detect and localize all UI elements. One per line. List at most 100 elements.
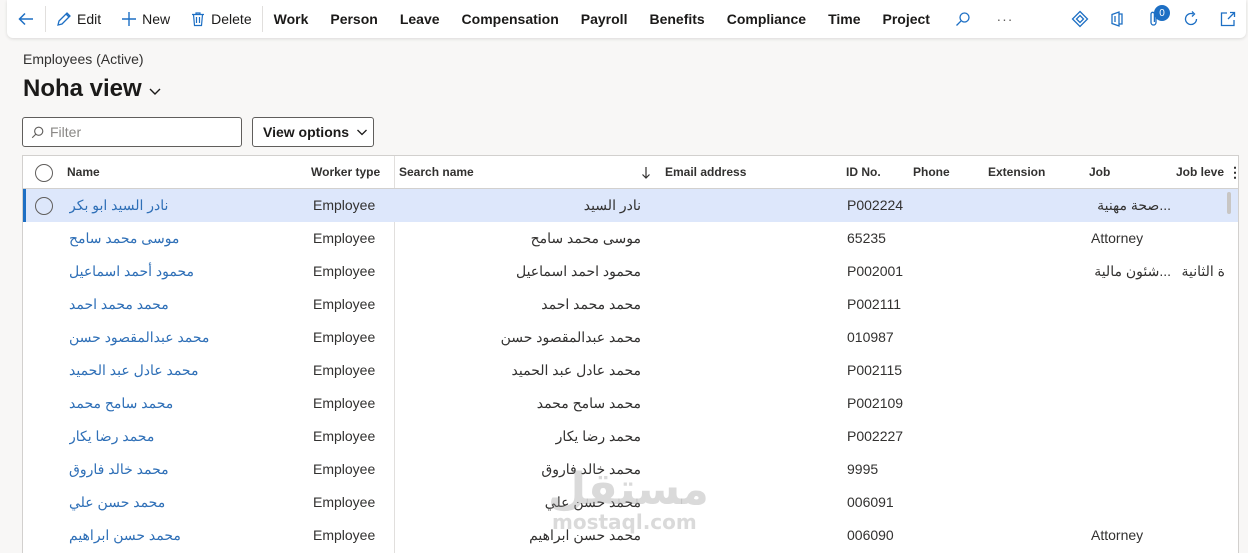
worker-type-cell: Employee (313, 263, 376, 279)
edit-button[interactable]: Edit (46, 0, 111, 38)
id-cell: P002115 (847, 362, 903, 378)
search-name-cell: محمد سامح محمد (536, 395, 641, 411)
vertical-scrollbar[interactable] (1227, 192, 1231, 214)
job-level-cell (1177, 354, 1225, 387)
select-all-radio[interactable] (35, 164, 53, 182)
column-header-id[interactable]: ID No. (846, 156, 881, 189)
plus-icon (122, 12, 137, 26)
table-row[interactable]: محمد محمد احمد Employee محمد محمد احمد P002… (23, 288, 1238, 321)
job-level-cell (1177, 189, 1225, 222)
worker-type-cell: Employee (313, 329, 376, 345)
new-button[interactable]: New (111, 0, 180, 38)
menu-time[interactable]: Time (817, 0, 871, 38)
employee-name-link[interactable]: محمد محمد احمد (69, 288, 309, 321)
employee-name-link[interactable]: محمد حسن علي (69, 486, 309, 519)
employee-name-link[interactable]: محمود أحمد اسماعيل (69, 255, 309, 288)
refresh-icon (1184, 11, 1197, 26)
office-icon (1110, 11, 1123, 27)
worker-type-cell: Employee (313, 362, 376, 378)
id-cell: 9995 (847, 461, 879, 477)
sort-descending-icon (642, 167, 650, 179)
employee-name-link[interactable]: نادر السيد ابو بكر (69, 189, 309, 222)
worker-type-cell: Employee (313, 230, 376, 246)
column-header-name[interactable]: Name (67, 156, 100, 189)
column-header-phone[interactable]: Phone (913, 156, 950, 189)
worker-type-cell: Employee (313, 461, 376, 477)
back-button[interactable] (7, 0, 45, 38)
job-level-cell (1177, 453, 1225, 486)
power-apps-button[interactable] (1061, 0, 1098, 38)
search-name-cell: محمد عبدالمقصود حسن (500, 329, 641, 345)
table-row[interactable]: محمد عبدالمقصود حسن Employee محمد عبدالمقص… (23, 321, 1238, 354)
table-row[interactable]: موسى محمد سامح Employee موسى محمد سامح 6523… (23, 222, 1238, 255)
job-level-cell (1177, 222, 1225, 255)
id-cell: P002224 (847, 197, 904, 213)
table-row[interactable]: محمود أحمد اسماعيل Employee محمود احمد اسم… (23, 255, 1238, 288)
job-cell (1091, 288, 1171, 321)
id-cell: P002109 (847, 395, 904, 411)
pencil-icon (57, 12, 71, 26)
table-row[interactable]: محمد عادل عبد الحميد Employee محمد عادل عب… (23, 354, 1238, 387)
employee-name-link[interactable]: محمد خالد فاروق (69, 453, 309, 486)
search-name-cell: موسى محمد سامح (530, 230, 641, 246)
filter-input[interactable] (50, 124, 230, 140)
action-pane: Edit New Delete Work Person Leave Compen… (7, 0, 1246, 38)
column-header-job-level[interactable]: Job leve (1176, 156, 1226, 189)
column-header-email[interactable]: Email address (665, 156, 746, 189)
menu-compliance[interactable]: Compliance (716, 0, 817, 38)
delete-button[interactable]: Delete (180, 0, 261, 38)
employee-name-link[interactable]: محمد عبدالمقصود حسن (69, 321, 309, 354)
view-selector[interactable]: Noha view (23, 75, 162, 103)
search-icon (31, 126, 44, 138)
table-row[interactable]: محمد رضا يكار Employee محمد رضا يكار P00222… (23, 420, 1238, 453)
job-level-cell (1177, 288, 1225, 321)
id-cell: 65235 (847, 230, 886, 246)
id-cell: 006090 (847, 527, 894, 543)
table-row[interactable]: محمد سامح محمد Employee محمد سامح محمد P002… (23, 387, 1238, 420)
menu-payroll[interactable]: Payroll (570, 0, 639, 38)
menu-project[interactable]: Project (872, 0, 941, 38)
filter-box (22, 117, 242, 147)
open-in-new-icon (1220, 11, 1235, 27)
employee-name-link[interactable]: محمد رضا يكار (69, 420, 309, 453)
worker-type-cell: Employee (313, 494, 376, 510)
column-header-job[interactable]: Job (1089, 156, 1110, 189)
job-level-cell (1177, 420, 1225, 453)
job-cell (1091, 354, 1171, 387)
column-header-worker-type[interactable]: Worker type (311, 156, 380, 189)
menu-benefits[interactable]: Benefits (638, 0, 715, 38)
attachments-button[interactable]: 0 (1135, 0, 1172, 38)
office-button[interactable] (1098, 0, 1135, 38)
more-options-button[interactable]: ··· (985, 0, 1025, 38)
employee-name-link[interactable]: محمد حسن ابراهيم (69, 519, 309, 552)
watermark-arabic: مستقل (548, 464, 709, 515)
id-cell: P002227 (847, 428, 904, 444)
edit-label: Edit (77, 11, 102, 27)
search-button[interactable] (941, 0, 985, 38)
column-header-search-name[interactable]: Search name (399, 156, 474, 189)
row-select-radio[interactable] (35, 197, 53, 215)
chevron-down-icon (149, 88, 161, 95)
view-options-button[interactable]: View options (252, 117, 374, 147)
worker-type-cell: Employee (313, 197, 376, 213)
open-new-window-button[interactable] (1209, 0, 1246, 38)
job-cell: ...شئون مالية (1094, 263, 1171, 279)
breadcrumb: Employees (Active) (23, 51, 144, 67)
back-arrow-icon (18, 12, 33, 26)
refresh-button[interactable] (1172, 0, 1209, 38)
menu-leave[interactable]: Leave (389, 0, 451, 38)
employee-name-link[interactable]: محمد سامح محمد (69, 387, 309, 420)
job-cell: ...صحة مهنية (1097, 197, 1171, 213)
menu-person[interactable]: Person (319, 0, 388, 38)
column-more-icon[interactable]: ⋮ (1228, 156, 1238, 189)
menu-compensation[interactable]: Compensation (451, 0, 570, 38)
menu-work[interactable]: Work (263, 0, 320, 38)
table-row[interactable]: نادر السيد ابو بكر Employee نادر السيد P002… (23, 189, 1238, 222)
chevron-down-icon (357, 129, 368, 136)
employee-name-link[interactable]: محمد عادل عبد الحميد (69, 354, 309, 387)
id-cell: 006091 (847, 494, 894, 510)
column-header-extension[interactable]: Extension (988, 156, 1045, 189)
employee-name-link[interactable]: موسى محمد سامح (69, 222, 309, 255)
worker-type-cell: Employee (313, 527, 376, 543)
job-cell (1091, 387, 1171, 420)
